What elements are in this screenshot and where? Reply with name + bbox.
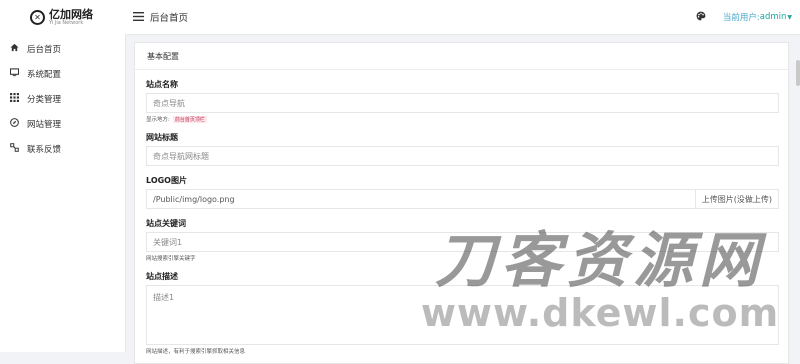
config-card: 基本配置 站点名称 奇点导航 显示地方: 前台首页顶栏 网站标题 奇点导航网标题…: [134, 42, 789, 364]
home-icon: [9, 43, 19, 54]
sidebar-item-label: 系统配置: [27, 69, 62, 80]
compass-icon: [9, 118, 19, 129]
logo-upload-row: /Public/img/logo.png 上传图片(没做上传): [146, 186, 779, 209]
hint-text: 显示地方:: [146, 117, 170, 123]
site-title-input[interactable]: 奇点导航网标题: [146, 146, 779, 166]
top-header: 后台首页 当前用户: admin ▼: [125, 0, 800, 35]
caret-down-icon[interactable]: ▼: [787, 14, 792, 21]
brand-sub: Yi Jia Network: [49, 19, 84, 26]
brand-name: 亿加网络: [49, 7, 93, 21]
logo-label: LOGO图片: [146, 176, 187, 185]
scrollbar[interactable]: [796, 60, 800, 86]
link-icon: [9, 143, 19, 154]
sidebar-item-feedback[interactable]: 联系反馈: [0, 136, 125, 161]
sidebar-item-label: 联系反馈: [27, 144, 62, 155]
sidebar-item-label: 网站管理: [27, 119, 62, 130]
description-textarea[interactable]: 描述1: [146, 285, 779, 345]
description-hint: 网站描述，有利于搜索引擎抓取相关信息: [146, 347, 779, 355]
keywords-hint: 网站搜索引擎关键字: [146, 254, 779, 262]
sidebar-item-category[interactable]: 分类管理: [0, 86, 125, 111]
sidebar: ✕ 亿加网络 Yi Jia Network 后台首页 系统配置 分类管理 网站管…: [0, 0, 126, 352]
user-menu[interactable]: admin: [760, 12, 787, 22]
tab-basic-config[interactable]: 基本配置: [135, 43, 788, 70]
palette-icon[interactable]: [696, 11, 706, 24]
hint-text: 网站描述，有利于搜索引擎抓取相关信息: [146, 349, 246, 355]
sidebar-item-label: 分类管理: [27, 94, 62, 105]
page-title: 后台首页: [150, 13, 189, 24]
keywords-label: 站点关键词: [146, 219, 186, 228]
hint-badge: 前台首页顶栏: [172, 115, 207, 123]
grid-icon: [9, 93, 19, 104]
hamburger-menu-icon[interactable]: [133, 10, 144, 24]
site-title-label: 网站标题: [146, 133, 178, 142]
hint-text: 网站搜索引擎关键字: [146, 256, 196, 262]
site-name-input[interactable]: 奇点导航: [146, 93, 779, 113]
site-name-label: 站点名称: [146, 80, 178, 89]
keywords-input[interactable]: 关键词1: [146, 232, 779, 252]
current-user-label: 当前用户:: [722, 13, 760, 23]
logo-mark-icon: ✕: [30, 9, 45, 25]
upload-image-button[interactable]: 上传图片(没做上传): [695, 189, 779, 209]
logo-path-input[interactable]: /Public/img/logo.png: [146, 189, 696, 209]
description-label: 站点描述: [146, 272, 178, 281]
sidebar-item-system-config[interactable]: 系统配置: [0, 61, 125, 86]
sidebar-item-label: 后台首页: [27, 44, 62, 55]
config-form: 站点名称 奇点导航 显示地方: 前台首页顶栏 网站标题 奇点导航网标题 LOGO…: [135, 80, 788, 355]
logo[interactable]: ✕ 亿加网络 Yi Jia Network: [0, 0, 125, 34]
sidebar-item-sites[interactable]: 网站管理: [0, 111, 125, 136]
site-name-hint: 显示地方: 前台首页顶栏: [146, 115, 779, 123]
monitor-icon: [9, 68, 19, 79]
sidebar-item-home[interactable]: 后台首页: [0, 36, 125, 61]
sidebar-nav: 后台首页 系统配置 分类管理 网站管理 联系反馈: [0, 36, 125, 161]
